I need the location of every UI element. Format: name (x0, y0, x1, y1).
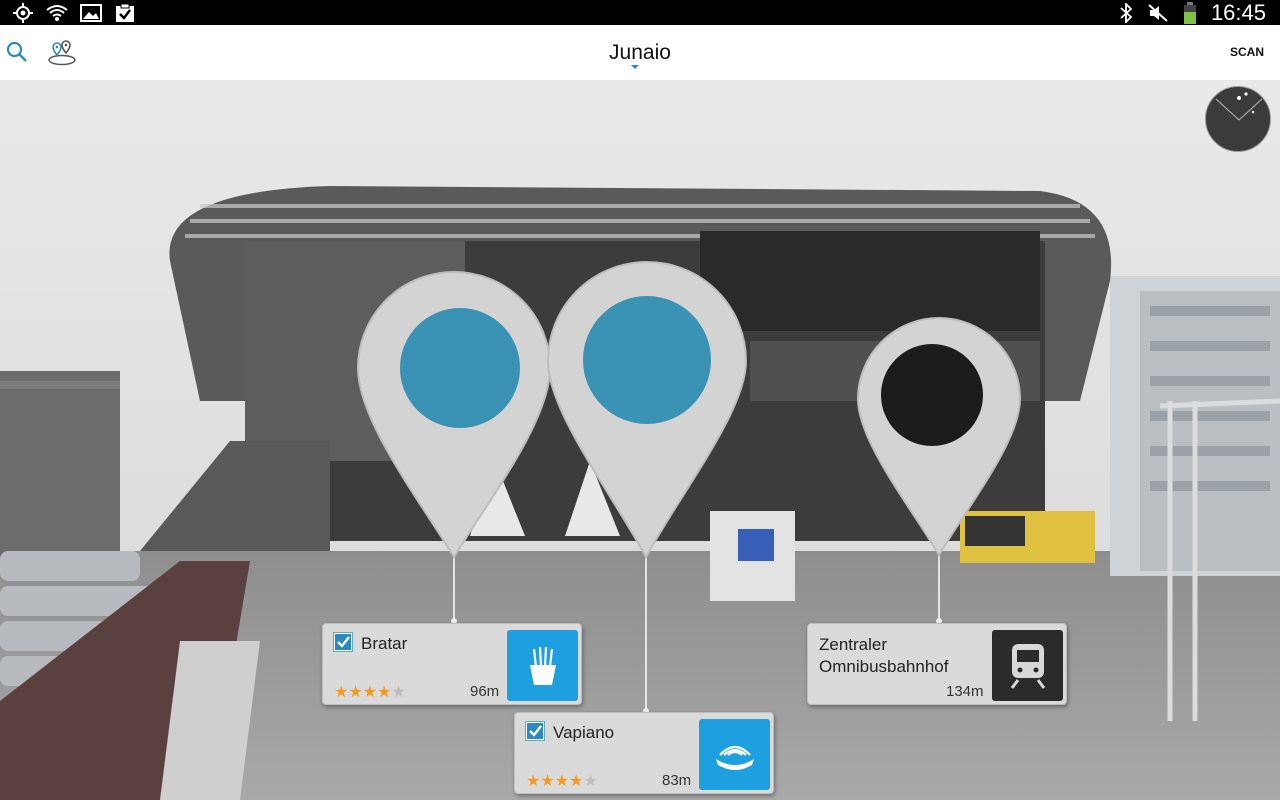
mute-icon (1147, 3, 1169, 23)
checkmark-icon (334, 633, 352, 651)
pasta-icon (699, 719, 770, 790)
star-icon: ★ (540, 773, 555, 790)
poi-card-zob[interactable]: Zentraler Omnibusbahnhof 134m (807, 623, 1067, 705)
title-dropdown-caret-icon[interactable] (631, 65, 639, 69)
clipboard-check-icon (114, 3, 136, 23)
poi-card-bratar[interactable]: Bratar ★★★★★ 96m (322, 623, 582, 705)
battery-icon (1179, 1, 1201, 24)
star-empty-icon: ★ (583, 773, 598, 790)
star-icon: ★ (526, 773, 541, 790)
radar-compass[interactable] (1205, 86, 1271, 152)
camera-background (0, 81, 1280, 800)
star-icon: ★ (362, 684, 378, 701)
fries-icon (507, 630, 578, 701)
star-icon: ★ (348, 684, 363, 701)
scan-button[interactable]: SCAN (1230, 45, 1264, 59)
camera-view (0, 81, 1280, 800)
gps-icon (12, 2, 34, 23)
status-bar: 16:45 (0, 0, 1280, 25)
bluetooth-icon (1115, 2, 1137, 23)
poi-card-vapiano[interactable]: Vapiano ★★★★★ 83m (514, 712, 774, 794)
poi-distance: 83m (662, 772, 692, 789)
action-bar: Junaio SCAN (0, 25, 1280, 81)
star-empty-icon: ★ (391, 684, 406, 701)
poi-name: Zentraler Omnibusbahnhof (819, 635, 949, 676)
gallery-icon (80, 3, 102, 23)
poi-distance: 134m (946, 683, 984, 700)
star-icon: ★ (554, 773, 570, 790)
star-icon: ★ (377, 684, 392, 701)
star-icon: ★ (334, 684, 349, 701)
star-rating: ★★★★★ (334, 682, 406, 702)
star-icon: ★ (569, 773, 584, 790)
checkmark-icon (526, 722, 544, 740)
star-rating: ★★★★★ (526, 771, 598, 791)
app-title[interactable]: Junaio (0, 41, 1280, 65)
poi-name: Bratar (361, 634, 408, 653)
train-icon (992, 630, 1063, 701)
clock: 16:45 (1210, 0, 1266, 25)
wifi-icon (46, 3, 68, 23)
poi-name: Vapiano (553, 723, 615, 742)
poi-distance: 96m (470, 683, 500, 700)
